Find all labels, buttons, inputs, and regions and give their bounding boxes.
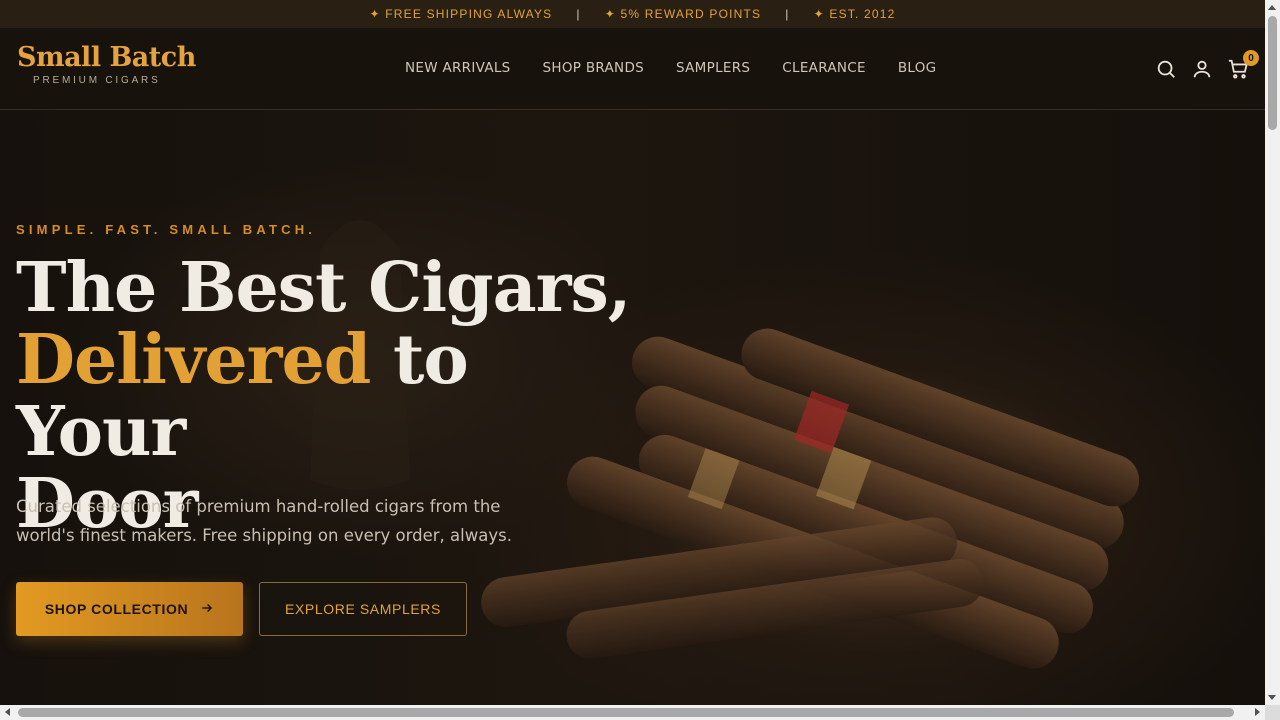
hero-description: Curated selections of premium hand-rolle… [16,497,512,545]
nav-blog[interactable]: BLOG [898,60,937,76]
announcement-bar: ✦ FREE SHIPPING ALWAYS | ✦ 5% REWARD POI… [0,0,1265,28]
scrollbar-corner [1265,705,1280,720]
nav-clearance[interactable]: CLEARANCE [782,60,866,76]
horizontal-scrollbar[interactable] [0,705,1265,720]
shop-collection-button[interactable]: SHOP COLLECTION [16,582,243,636]
scroll-right-arrow-icon[interactable] [1255,708,1260,716]
cart-count-badge: 0 [1243,50,1259,66]
announcement-separator: | [576,7,581,21]
announcement-rewards: ✦ 5% REWARD POINTS [604,7,762,21]
site-header: Small Batch PREMIUM CIGARS NEW ARRIVALS … [0,28,1265,110]
explore-samplers-button[interactable]: EXPLORE SAMPLERS [259,582,467,636]
arrow-right-icon [200,601,214,618]
scroll-down-arrow-icon[interactable] [1268,695,1276,700]
main-nav: NEW ARRIVALS SHOP BRANDS SAMPLERS CLEARA… [389,60,952,76]
horizontal-scroll-thumb[interactable] [18,708,1234,717]
nav-samplers[interactable]: SAMPLERS [676,60,750,76]
scroll-left-arrow-icon[interactable] [5,708,10,716]
vertical-scroll-thumb[interactable] [1268,16,1277,130]
header-icons: 0 [1155,50,1259,80]
announcement-separator: | [785,7,790,21]
search-icon[interactable] [1155,58,1177,80]
nav-shop-brands[interactable]: SHOP BRANDS [543,60,644,76]
scroll-up-arrow-icon[interactable] [1268,5,1276,10]
headline-accent: Delivered [16,320,371,400]
brand-tagline: PREMIUM CIGARS [33,75,161,86]
hero-section: SIMPLE. FAST. SMALL BATCH. The Best Ciga… [0,110,1265,705]
vertical-scrollbar[interactable] [1265,0,1280,705]
cart-icon[interactable]: 0 [1227,50,1259,80]
announcement-shipping: ✦ FREE SHIPPING ALWAYS [369,7,553,21]
brand-logo[interactable]: Small Batch PREMIUM CIGARS [17,44,196,86]
announcement-established: ✦ EST. 2012 [813,7,896,21]
nav-new-arrivals[interactable]: NEW ARRIVALS [405,60,511,76]
hero-eyebrow: SIMPLE. FAST. SMALL BATCH. [16,222,317,237]
shop-collection-label: SHOP COLLECTION [44,601,189,617]
brand-name: Small Batch [17,42,196,73]
headline-line-1: The Best Cigars, [16,248,631,328]
user-icon[interactable] [1191,58,1213,80]
